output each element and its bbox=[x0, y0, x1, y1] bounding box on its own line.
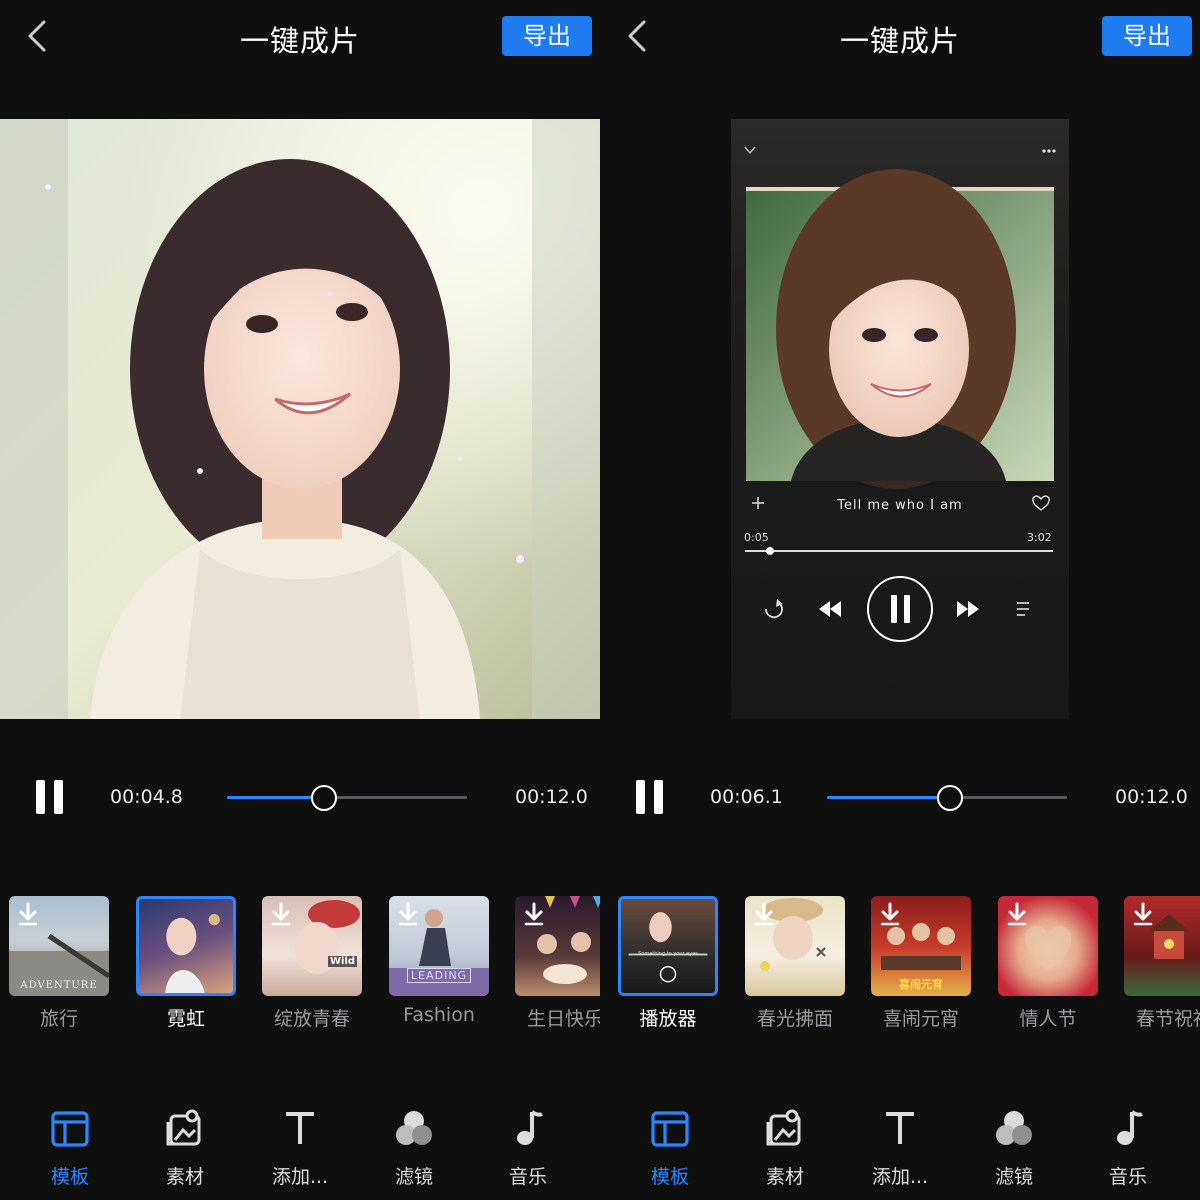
nav-item-filter[interactable]: 滤镜 bbox=[364, 1100, 464, 1190]
text-icon bbox=[286, 1112, 314, 1144]
nav-label: 模板 bbox=[650, 1166, 689, 1188]
progress-slider[interactable] bbox=[827, 785, 1067, 811]
template-thumbnail bbox=[515, 896, 600, 996]
export-button[interactable]: 导出 bbox=[502, 16, 592, 56]
filter-icon bbox=[396, 1111, 432, 1145]
nav-item-music[interactable]: 音乐 bbox=[478, 1100, 578, 1190]
bottom-nav: 模板 素材 添加... 滤镜 音乐 bbox=[600, 1100, 1200, 1200]
progress-thumb[interactable] bbox=[311, 785, 337, 811]
download-icon bbox=[880, 902, 900, 926]
template-label: 生日快乐 bbox=[526, 1008, 600, 1030]
template-label: 绽放青春 bbox=[273, 1008, 350, 1030]
nav-item-music[interactable]: 音乐 bbox=[1078, 1100, 1178, 1190]
pause-button[interactable] bbox=[34, 780, 66, 816]
music-icon bbox=[1117, 1110, 1143, 1145]
bottom-nav: 模板 素材 添加... 滤镜 音乐 bbox=[0, 1100, 600, 1200]
download-icon bbox=[754, 902, 774, 926]
playback-controls: 00:04.8 00:12.0 bbox=[0, 770, 600, 826]
nav-item-template[interactable]: 模板 bbox=[620, 1100, 720, 1190]
template-icon bbox=[651, 1111, 689, 1147]
template-label: 播放器 bbox=[639, 1008, 697, 1030]
song-duration: 3:02 bbox=[1027, 531, 1052, 544]
download-icon bbox=[398, 902, 418, 926]
template-thumbnail: LEADING bbox=[389, 896, 489, 996]
template-label: 情人节 bbox=[1019, 1008, 1077, 1030]
media-icon bbox=[766, 1109, 801, 1146]
current-time: 00:04.8 bbox=[110, 786, 183, 808]
nav-item-media[interactable]: 素材 bbox=[735, 1100, 835, 1190]
nav-label: 音乐 bbox=[508, 1166, 547, 1188]
song-elapsed: 0:05 bbox=[744, 531, 769, 544]
template-strip: ADVENTURE 旅行 霓虹 Wild 绽放青春 LEADING Fashio… bbox=[0, 896, 600, 1036]
template-thumbnail: Wild bbox=[262, 896, 362, 996]
song-progress-dot bbox=[765, 547, 774, 555]
template-label: Fashion bbox=[403, 1004, 475, 1026]
template-label: 春光拂面 bbox=[756, 1008, 833, 1030]
song-title: Tell me who I am bbox=[837, 498, 963, 513]
template-thumbnail: Something to your eyes bbox=[618, 896, 718, 996]
nav-item-filter[interactable]: 滤镜 bbox=[964, 1100, 1064, 1190]
song-progress-bar bbox=[745, 547, 1053, 555]
download-icon bbox=[1133, 902, 1153, 926]
template-label: 喜闹元宵 bbox=[882, 1008, 959, 1030]
nav-label: 模板 bbox=[50, 1166, 89, 1188]
editor-screen-right: 一键成片 导出 Tell me who I am 0:05 3:02 00:06… bbox=[600, 0, 1200, 1200]
template-thumbnail bbox=[745, 896, 845, 996]
editor-screen-left: 一键成片 导出 00:04.8 00:12.0 ADVENTURE 旅行 霓虹 … bbox=[0, 0, 600, 1200]
nav-label: 滤镜 bbox=[994, 1166, 1033, 1188]
portrait-photo bbox=[0, 119, 600, 719]
total-time: 00:12.0 bbox=[1115, 786, 1188, 808]
total-time: 00:12.0 bbox=[515, 786, 588, 808]
template-overlay-text: ADVENTURE bbox=[20, 980, 98, 991]
playback-controls: 00:06.1 00:12.0 bbox=[600, 770, 1200, 826]
template-overlay-text: Something to your eyes bbox=[638, 951, 698, 957]
progress-fill bbox=[227, 796, 323, 799]
neon-portrait-image bbox=[165, 914, 220, 993]
template-strip: Something to your eyes 播放器 春光拂面 喜闹元宵 喜闹元… bbox=[600, 896, 1200, 1036]
nav-item-add-text[interactable]: 添加... bbox=[250, 1100, 350, 1190]
download-icon bbox=[271, 902, 291, 926]
media-icon bbox=[166, 1109, 201, 1146]
template-overlay-text: 喜闹元宵 bbox=[899, 978, 943, 991]
progress-thumb[interactable] bbox=[937, 785, 964, 811]
nav-label: 素材 bbox=[165, 1166, 204, 1188]
download-icon bbox=[1007, 902, 1027, 926]
template-overlay-text: LEADING bbox=[407, 968, 472, 983]
current-time: 00:06.1 bbox=[710, 786, 783, 808]
top-bar: 一键成片 导出 bbox=[0, 0, 600, 80]
progress-slider[interactable] bbox=[227, 785, 467, 811]
top-bar: 一键成片 导出 bbox=[600, 0, 1200, 80]
nav-item-template[interactable]: 模板 bbox=[20, 1100, 120, 1190]
template-overlay-text: Wild bbox=[328, 956, 358, 967]
nav-item-media[interactable]: 素材 bbox=[135, 1100, 235, 1190]
template-label: 霓虹 bbox=[166, 1008, 205, 1030]
filter-icon bbox=[996, 1111, 1032, 1145]
video-preview[interactable]: Tell me who I am 0:05 3:02 bbox=[731, 119, 1069, 719]
template-icon bbox=[51, 1111, 89, 1147]
video-preview[interactable] bbox=[0, 119, 600, 719]
template-label: 旅行 bbox=[39, 1008, 78, 1030]
nav-label: 添加... bbox=[271, 1166, 329, 1188]
text-icon bbox=[886, 1112, 914, 1144]
template-thumbnail bbox=[136, 896, 236, 996]
template-thumbnail: 喜闹元宵 bbox=[871, 896, 971, 996]
template-thumbnail bbox=[1124, 896, 1200, 996]
player-thumb-image bbox=[628, 912, 708, 983]
template-thumbnail: ADVENTURE bbox=[9, 896, 109, 996]
music-player-mock bbox=[731, 146, 1069, 719]
template-thumbnail bbox=[998, 896, 1098, 996]
download-icon bbox=[18, 902, 38, 926]
download-icon bbox=[524, 902, 544, 926]
template-label: 春节祝福 bbox=[1135, 1008, 1200, 1030]
nav-label: 音乐 bbox=[1108, 1166, 1147, 1188]
pause-button[interactable] bbox=[634, 780, 666, 816]
export-button[interactable]: 导出 bbox=[1102, 16, 1192, 56]
nav-label: 添加... bbox=[871, 1166, 929, 1188]
nav-label: 滤镜 bbox=[394, 1166, 433, 1188]
music-icon bbox=[517, 1110, 543, 1145]
nav-item-add-text[interactable]: 添加... bbox=[850, 1100, 950, 1190]
progress-fill bbox=[827, 796, 950, 799]
nav-label: 素材 bbox=[765, 1166, 804, 1188]
